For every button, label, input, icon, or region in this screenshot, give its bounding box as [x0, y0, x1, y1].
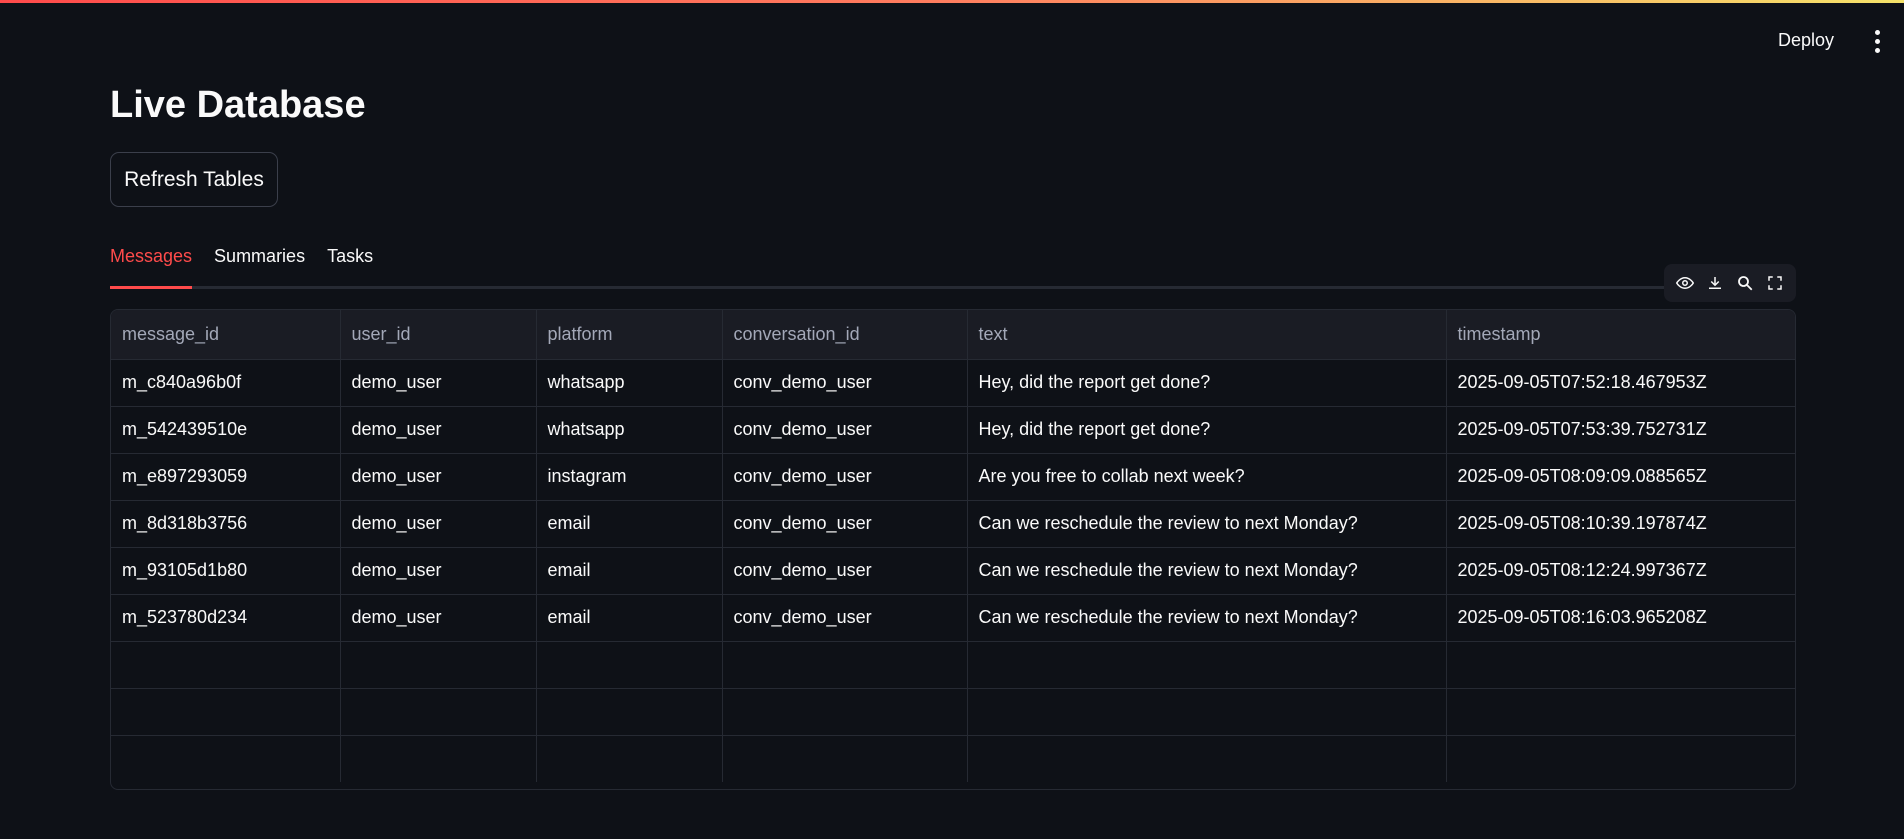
- table-cell[interactable]: demo_user: [340, 547, 537, 595]
- table-cell[interactable]: email: [536, 500, 723, 548]
- menu-dot: [1874, 47, 1880, 53]
- menu-dot: [1874, 38, 1880, 44]
- table-cell[interactable]: Can we reschedule the review to next Mon…: [967, 547, 1447, 595]
- column-header[interactable]: text: [967, 310, 1447, 360]
- eye-icon[interactable]: [1674, 272, 1696, 294]
- table-cell[interactable]: Can we reschedule the review to next Mon…: [967, 594, 1447, 642]
- table-header-row: message_id user_id platform conversation…: [111, 310, 1795, 360]
- tab-messages[interactable]: Messages: [110, 240, 193, 289]
- table-cell[interactable]: [722, 641, 968, 689]
- table-cell[interactable]: 2025-09-05T08:09:09.088565Z: [1446, 453, 1795, 501]
- table-cell[interactable]: [722, 688, 968, 736]
- column-header[interactable]: user_id: [340, 310, 537, 360]
- table-cell[interactable]: conv_demo_user: [722, 359, 968, 407]
- table-cell[interactable]: Hey, did the report get done?: [967, 359, 1447, 407]
- table-cell[interactable]: demo_user: [340, 406, 537, 454]
- table-cell[interactable]: Can we reschedule the review to next Mon…: [967, 500, 1447, 548]
- table-cell[interactable]: conv_demo_user: [722, 547, 968, 595]
- table-row[interactable]: [111, 641, 1795, 689]
- table-cell[interactable]: [340, 688, 537, 736]
- table-cell[interactable]: m_93105d1b80: [111, 547, 341, 595]
- messages-table[interactable]: message_id user_id platform conversation…: [110, 309, 1796, 790]
- table-cell[interactable]: 2025-09-05T08:10:39.197874Z: [1446, 500, 1795, 548]
- table-cell[interactable]: m_523780d234: [111, 594, 341, 642]
- table-cell[interactable]: demo_user: [340, 453, 537, 501]
- tab-tasks[interactable]: Tasks: [327, 240, 373, 283]
- table-cell[interactable]: 2025-09-05T07:53:39.752731Z: [1446, 406, 1795, 454]
- table-cell[interactable]: 2025-09-05T07:52:18.467953Z: [1446, 359, 1795, 407]
- table-row[interactable]: m_93105d1b80 demo_user email conv_demo_user…: [111, 547, 1795, 595]
- menu-dot: [1874, 29, 1880, 35]
- table-cell[interactable]: 2025-09-05T08:12:24.997367Z: [1446, 547, 1795, 595]
- table-cell[interactable]: [340, 641, 537, 689]
- table-cell[interactable]: instagram: [536, 453, 723, 501]
- table-cell[interactable]: [1446, 688, 1795, 736]
- vertical-ellipsis-icon[interactable]: [1864, 26, 1890, 56]
- table-row[interactable]: m_c840a96b0f demo_user whatsapp conv_demo_u…: [111, 359, 1795, 407]
- table-cell[interactable]: [1446, 735, 1795, 782]
- table-cell[interactable]: [111, 641, 341, 689]
- tab-bar: Messages Summaries Tasks: [110, 240, 1796, 289]
- column-header[interactable]: conversation_id: [722, 310, 968, 360]
- table-row[interactable]: [111, 735, 1795, 782]
- table-cell[interactable]: demo_user: [340, 500, 537, 548]
- table-row[interactable]: [111, 688, 1795, 736]
- column-header[interactable]: message_id: [111, 310, 341, 360]
- table-cell[interactable]: [1446, 641, 1795, 689]
- table-cell[interactable]: conv_demo_user: [722, 594, 968, 642]
- table-cell[interactable]: [967, 735, 1447, 782]
- table-cell[interactable]: whatsapp: [536, 359, 723, 407]
- table-cell[interactable]: [340, 735, 537, 782]
- table-cell[interactable]: Are you free to collab next week?: [967, 453, 1447, 501]
- table-cell[interactable]: m_8d318b3756: [111, 500, 341, 548]
- table-row[interactable]: m_523780d234 demo_user email conv_demo_user…: [111, 594, 1795, 642]
- table-cell[interactable]: [111, 688, 341, 736]
- table-cell[interactable]: demo_user: [340, 594, 537, 642]
- table-cell[interactable]: [967, 688, 1447, 736]
- table-cell[interactable]: m_542439510e: [111, 406, 341, 454]
- table-cell[interactable]: [536, 735, 723, 782]
- table-row[interactable]: m_e897293059 demo_user instagram conv_demo_…: [111, 453, 1795, 501]
- table-cell[interactable]: m_e897293059: [111, 453, 341, 501]
- refresh-tables-button[interactable]: Refresh Tables: [110, 152, 278, 207]
- table-row[interactable]: m_542439510e demo_user whatsapp conv_demo_u…: [111, 406, 1795, 454]
- table-cell[interactable]: whatsapp: [536, 406, 723, 454]
- table-cell[interactable]: 2025-09-05T08:16:03.965208Z: [1446, 594, 1795, 642]
- table-cell[interactable]: m_c840a96b0f: [111, 359, 341, 407]
- table-cell[interactable]: [536, 641, 723, 689]
- column-header[interactable]: timestamp: [1446, 310, 1795, 360]
- table-row[interactable]: m_8d318b3756 demo_user email conv_demo_user…: [111, 500, 1795, 548]
- deploy-button[interactable]: Deploy: [1772, 26, 1840, 55]
- table-cell[interactable]: [111, 735, 341, 782]
- table-cell[interactable]: conv_demo_user: [722, 453, 968, 501]
- table-toolbar: [1664, 264, 1796, 302]
- fullscreen-icon[interactable]: [1764, 272, 1786, 294]
- top-decoration-bar: [0, 0, 1904, 3]
- table-cell[interactable]: [536, 688, 723, 736]
- table-cell[interactable]: [967, 641, 1447, 689]
- tab-summaries[interactable]: Summaries: [214, 240, 305, 283]
- table-cell[interactable]: email: [536, 547, 723, 595]
- download-icon[interactable]: [1704, 272, 1726, 294]
- page-title: Live Database: [110, 84, 366, 126]
- table-cell[interactable]: Hey, did the report get done?: [967, 406, 1447, 454]
- column-header[interactable]: platform: [536, 310, 723, 360]
- table-cell[interactable]: conv_demo_user: [722, 500, 968, 548]
- table-cell[interactable]: conv_demo_user: [722, 406, 968, 454]
- table-cell[interactable]: email: [536, 594, 723, 642]
- search-icon[interactable]: [1734, 272, 1756, 294]
- table-cell[interactable]: demo_user: [340, 359, 537, 407]
- table-cell[interactable]: [722, 735, 968, 782]
